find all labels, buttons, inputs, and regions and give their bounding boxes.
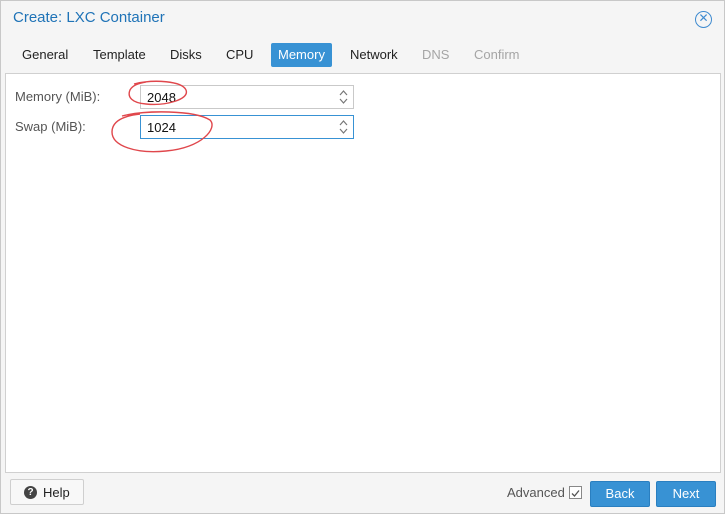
tab-disks[interactable]: Disks bbox=[163, 43, 209, 67]
close-icon[interactable]: ✕ bbox=[695, 11, 712, 28]
chevron-up-icon[interactable] bbox=[339, 119, 348, 126]
back-button[interactable]: Back bbox=[590, 481, 650, 507]
dialog-title: Create: LXC Container bbox=[13, 9, 165, 26]
tab-memory[interactable]: Memory bbox=[271, 43, 332, 67]
tab-network[interactable]: Network bbox=[343, 43, 405, 67]
question-circle-icon: ? bbox=[24, 486, 37, 499]
swap-label: Swap (MiB): bbox=[15, 119, 86, 134]
memory-spinner[interactable] bbox=[337, 87, 351, 107]
dialog-footer: ? Help Advanced Back Next bbox=[1, 473, 724, 513]
tab-dns: DNS bbox=[422, 47, 450, 62]
tab-template[interactable]: Template bbox=[86, 43, 153, 67]
chevron-down-icon[interactable] bbox=[339, 98, 348, 105]
memory-input[interactable] bbox=[141, 86, 331, 108]
advanced-checkbox[interactable] bbox=[569, 486, 582, 499]
memory-field[interactable] bbox=[140, 85, 354, 109]
memory-panel: Memory (MiB): Swap (MiB): bbox=[5, 73, 721, 473]
tab-general[interactable]: General bbox=[15, 43, 75, 67]
swap-spinner[interactable] bbox=[337, 117, 351, 137]
swap-field[interactable] bbox=[140, 115, 354, 139]
chevron-up-icon[interactable] bbox=[339, 89, 348, 96]
help-button[interactable]: ? Help bbox=[10, 479, 84, 505]
dialog-window: Create: LXC Container ✕ General Template… bbox=[0, 0, 725, 514]
chevron-down-icon[interactable] bbox=[339, 128, 348, 135]
checkmark-icon bbox=[571, 490, 580, 497]
swap-input[interactable] bbox=[141, 116, 331, 138]
next-button[interactable]: Next bbox=[656, 481, 716, 507]
advanced-label: Advanced bbox=[507, 485, 565, 500]
memory-label: Memory (MiB): bbox=[15, 89, 101, 104]
tab-cpu[interactable]: CPU bbox=[219, 43, 260, 67]
tab-confirm: Confirm bbox=[474, 47, 520, 62]
help-button-label: Help bbox=[43, 485, 70, 500]
wizard-tab-bar: General Template Disks CPU Memory Networ… bbox=[1, 37, 724, 73]
title-bar[interactable]: Create: LXC Container ✕ bbox=[1, 1, 724, 37]
